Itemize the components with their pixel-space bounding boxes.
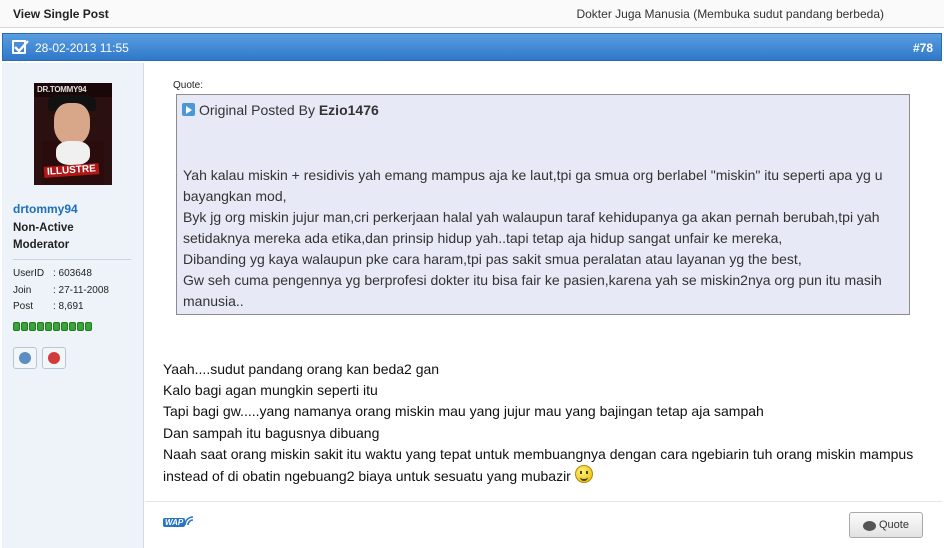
user-info-key: UserID	[13, 268, 45, 279]
user-info-value: : 603648	[53, 268, 92, 279]
view-post-arrow-icon[interactable]	[182, 103, 195, 116]
reputation-block	[53, 322, 60, 331]
post-date: 28-02-2013 11:55	[35, 41, 129, 55]
report-icon	[48, 352, 60, 364]
user-info-row: UserID : 603648	[13, 266, 109, 283]
post-line: Dan sampah itu bagusnya dibuang	[163, 424, 380, 441]
smiley-icon	[574, 465, 593, 484]
post-line: Yaah....sudut pandang orang kan beda2 ga…	[163, 361, 440, 377]
post-line: Kalo bagi agan mungkin seperti itu	[163, 382, 378, 399]
checkbox-icon[interactable]	[12, 40, 29, 54]
reputation-block	[13, 322, 20, 331]
post-number-link[interactable]: #78	[913, 41, 933, 55]
reputation-block	[37, 322, 44, 331]
user-info-value: : 27-11-2008	[53, 284, 109, 296]
quote-line: bayangkan mod,	[183, 188, 287, 204]
user-info-key: Join	[13, 284, 32, 296]
view-single-post-title: View Single Post	[13, 7, 109, 21]
post-line: Tapi bagi gw.....yang namanya orang misk…	[163, 403, 764, 420]
profile-icon	[19, 352, 31, 364]
quote-line: Dibanding yg kaya walaupun pke cara hara…	[183, 251, 802, 267]
reputation-bar	[13, 322, 92, 331]
quote-text: Yah kalau miskin + residivis yah emang m…	[183, 165, 905, 312]
profile-button[interactable]	[13, 347, 37, 369]
post-line: instead of di obatin ngebuang2 biaya unt…	[163, 468, 571, 485]
user-sidebar: DR.TOMMY94 ILLUSTRE drtommy94 Non-Active…	[2, 63, 144, 548]
wap-icon: WAP	[163, 518, 186, 527]
quote-line: Byk jg org miskin jujur man,cri perkerja…	[183, 209, 880, 225]
post-line-last: instead of di obatin ngebuang2 biaya unt…	[163, 465, 913, 487]
reputation-block	[85, 322, 92, 331]
top-bar: View Single Post Dokter Juga Manusia (Me…	[0, 0, 944, 28]
reputation-block	[21, 322, 28, 331]
post-header: 28-02-2013 11:55 #78	[2, 33, 942, 61]
quote-prefix: Original Posted By	[199, 102, 319, 118]
reputation-block	[77, 322, 84, 331]
quote-header: Original Posted By Ezio1476	[182, 102, 379, 118]
user-info-key: Post	[13, 301, 34, 312]
user-title: Non-Active Moderator	[13, 222, 74, 251]
reputation-block	[29, 322, 36, 331]
post-line: Naah saat orang miskin sakit itu waktu y…	[163, 445, 914, 462]
quote-line: Yah kalau miskin + residivis yah emang m…	[183, 167, 883, 183]
wap-link[interactable]: WAP	[163, 515, 194, 529]
quote-button-label: Quote	[879, 519, 909, 531]
speech-bubble-icon	[863, 521, 876, 531]
quote-box: Original Posted By Ezio1476 Yah kalau mi…	[176, 94, 910, 315]
quote-label: Quote:	[173, 80, 204, 91]
user-info-value: : 8,691	[53, 301, 84, 312]
post-body: Yaah....sudut pandang orang kan beda2 ga…	[163, 359, 913, 487]
thread-title-link[interactable]: Dokter Juga Manusia (Membuka sudut panda…	[576, 7, 884, 21]
divider	[13, 259, 131, 260]
quote-button[interactable]: Quote	[849, 512, 923, 538]
reputation-block	[69, 322, 76, 331]
user-info-row: Post : 8,691	[13, 299, 109, 316]
divider	[145, 501, 942, 502]
username-link[interactable]: drtommy94	[13, 202, 78, 216]
quote-line: Gw seh cuma pengennya yg berprofesi dokt…	[183, 272, 882, 288]
report-button[interactable]	[42, 347, 66, 369]
avatar-text-top: DR.TOMMY94	[37, 85, 87, 94]
quote-line: manusia..	[183, 293, 244, 309]
signal-icon	[184, 516, 194, 526]
quote-author: Ezio1476	[318, 102, 379, 118]
user-info-row: Join : 27-11-2008	[13, 283, 109, 300]
reputation-block	[45, 322, 52, 331]
post-content: Quote: Original Posted By Ezio1476 Yah k…	[145, 63, 942, 548]
reputation-block	[61, 322, 68, 331]
user-info: UserID : 603648 Join : 27-11-2008 Post :…	[13, 266, 109, 316]
avatar[interactable]: DR.TOMMY94 ILLUSTRE	[34, 83, 112, 185]
quote-line: setidaknya mereka ada etika,dan prinsip …	[183, 230, 783, 246]
